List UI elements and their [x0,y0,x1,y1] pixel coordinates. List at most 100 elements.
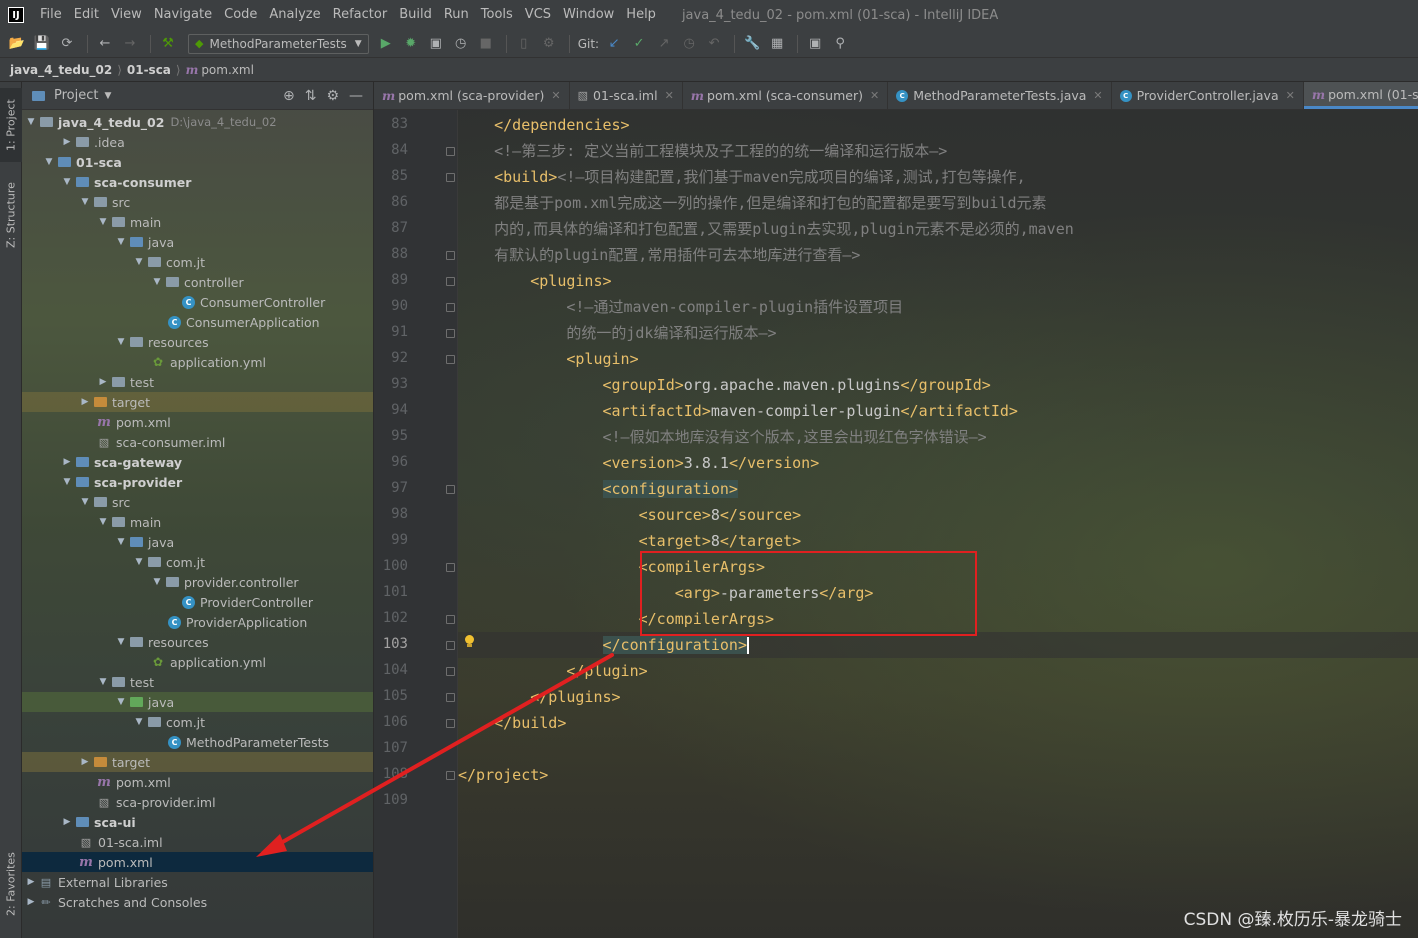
fold-marker-icon[interactable] [446,615,455,624]
close-icon[interactable]: ✕ [1093,89,1102,102]
tree-item-test[interactable]: ▶ test [22,372,373,392]
fold-marker-icon[interactable] [446,329,455,338]
tree-item-package[interactable]: ▼ com.jt [22,552,373,572]
expand-arrow-icon[interactable]: ▼ [150,277,164,287]
presentation-icon[interactable]: ▣ [804,33,826,55]
collapse-arrow-icon[interactable]: ▶ [96,377,110,387]
code-line[interactable]: 有默认的plugin配置,常用插件可去本地库进行查看—> [458,242,860,268]
collapse-arrow-icon[interactable]: ▶ [78,397,92,407]
git-push-icon[interactable]: ↗ [653,33,675,55]
fold-marker-icon[interactable] [446,719,455,728]
fold-marker-icon[interactable] [446,277,455,286]
menu-navigate[interactable]: Navigate [148,0,218,30]
collapse-arrow-icon[interactable]: ▶ [60,137,74,147]
expand-arrow-icon[interactable]: ▼ [114,237,128,247]
tree-item-class[interactable]: C ConsumerApplication [22,312,373,332]
expand-arrow-icon[interactable]: ▼ [114,637,128,647]
expand-arrow-icon[interactable]: ▼ [42,157,56,167]
menu-view[interactable]: View [105,0,148,30]
fold-marker-icon[interactable] [446,641,455,650]
back-arrow-icon[interactable]: ← [94,33,116,55]
expand-arrow-icon[interactable]: ▼ [114,697,128,707]
profile-icon[interactable]: ◷ [450,33,472,55]
open-folder-icon[interactable]: 📂 [6,33,28,55]
tree-item-main[interactable]: ▼ main [22,512,373,532]
settings-wrench-icon[interactable]: 🔧 [741,33,763,55]
code-line[interactable]: </build> [458,710,566,736]
collapse-arrow-icon[interactable]: ▶ [60,817,74,827]
tab-method-parameter-tests[interactable]: C MethodParameterTests.java ✕ [888,82,1112,109]
expand-arrow-icon[interactable]: ▼ [78,197,92,207]
tree-item-java[interactable]: ▼ java [22,532,373,552]
git-history-icon[interactable]: ◷ [678,33,700,55]
tree-item-sca-ui[interactable]: ▶ sca-ui [22,812,373,832]
expand-arrow-icon[interactable]: ▼ [24,117,38,127]
tree-item-resources[interactable]: ▼ resources [22,332,373,352]
code-line[interactable]: <build><!—项目构建配置,我们基于maven完成项目的编译,测试,打包等… [458,164,1026,190]
close-icon[interactable]: ✕ [870,89,879,102]
close-icon[interactable]: ✕ [1286,89,1295,102]
tree-item-class[interactable]: C MethodParameterTests [22,732,373,752]
forward-arrow-icon[interactable]: → [119,33,141,55]
close-icon[interactable]: ✕ [551,89,560,102]
fold-marker-icon[interactable] [446,173,455,182]
structure-tool-tab[interactable]: Z: Structure [0,174,22,256]
fold-marker-icon[interactable] [446,485,455,494]
tree-item-resources[interactable]: ▼ resources [22,632,373,652]
project-tool-tab[interactable]: 1: Project [0,88,22,162]
close-icon[interactable]: ✕ [665,89,674,102]
tree-item-sca-gateway[interactable]: ▶ sca-gateway [22,452,373,472]
tree-item-test-java[interactable]: ▼ java [22,692,373,712]
menu-window[interactable]: Window [557,0,620,30]
fold-marker-icon[interactable] [446,771,455,780]
code-line[interactable]: </project> [458,762,548,788]
menu-run[interactable]: Run [438,0,475,30]
expand-arrow-icon[interactable]: ▼ [96,677,110,687]
tree-item-scratches[interactable]: ▶ ✏ Scratches and Consoles [22,892,373,912]
tree-item-file[interactable]: m pom.xml [22,412,373,432]
expand-arrow-icon[interactable]: ▼ [132,717,146,727]
breadcrumb-module[interactable]: 01-sca [127,63,171,77]
tree-item-file[interactable]: m pom.xml [22,772,373,792]
code-line[interactable]: <!—第三步: 定义当前工程模块及子工程的的统一编译和运行版本—> [458,138,947,164]
menu-edit[interactable]: Edit [68,0,105,30]
code-line[interactable]: 的统一的jdk编译和运行版本—> [458,320,776,346]
menu-refactor[interactable]: Refactor [327,0,394,30]
code-line[interactable]: </plugins> [458,684,620,710]
fold-marker-icon[interactable] [446,147,455,156]
fold-marker-icon[interactable] [446,667,455,676]
collapse-arrow-icon[interactable]: ▶ [24,877,38,887]
tree-item-file[interactable]: ▧ sca-provider.iml [22,792,373,812]
menu-build[interactable]: Build [393,0,438,30]
device-icon[interactable]: ▯ [513,33,535,55]
tree-item-class[interactable]: C ProviderApplication [22,612,373,632]
expand-arrow-icon[interactable]: ▼ [132,257,146,267]
run-icon[interactable]: ▶ [375,33,397,55]
menu-vcs[interactable]: VCS [519,0,557,30]
menu-help[interactable]: Help [620,0,662,30]
tree-item-package[interactable]: ▼ provider.controller [22,572,373,592]
expand-arrow-icon[interactable]: ▼ [132,557,146,567]
coverage-icon[interactable]: ▣ [425,33,447,55]
tab-01-sca-iml[interactable]: ▧ 01-sca.iml ✕ [570,82,683,109]
fold-marker-icon[interactable] [446,355,455,364]
expand-arrow-icon[interactable]: ▼ [78,497,92,507]
expand-arrow-icon[interactable]: ▼ [96,217,110,227]
tab-pom-01-sca[interactable]: m pom.xml (01-sca) ✕ [1303,82,1418,109]
lightbulb-icon[interactable] [464,635,475,649]
expand-arrow-icon[interactable]: ▼ [60,477,74,487]
expand-arrow-icon[interactable]: ▼ [96,517,110,527]
code-line[interactable]: <source>8</source> [458,502,802,528]
expand-arrow-icon[interactable]: ▼ [60,177,74,187]
sync-icon[interactable]: ⟳ [56,33,78,55]
code-line[interactable]: <groupId>org.apache.maven.plugins</group… [458,372,991,398]
code-line[interactable]: <plugin> [458,346,638,372]
tree-item-file[interactable]: ✿ application.yml [22,352,373,372]
tree-item-file-selected[interactable]: m pom.xml [22,852,373,872]
tree-item-src[interactable]: ▼ src [22,492,373,512]
code-line[interactable]: <!—假如本地库没有这个版本,这里会出现红色字体错误—> [458,424,987,450]
code-area[interactable]: </dependencies> <!—第三步: 定义当前工程模块及子工程的的统一… [458,110,1418,938]
tree-item-root[interactable]: ▼ java_4_tedu_02 D:\java_4_tedu_02 [22,112,373,132]
code-line[interactable]: </dependencies> [458,112,629,138]
project-view-selector[interactable]: Project [54,88,98,103]
